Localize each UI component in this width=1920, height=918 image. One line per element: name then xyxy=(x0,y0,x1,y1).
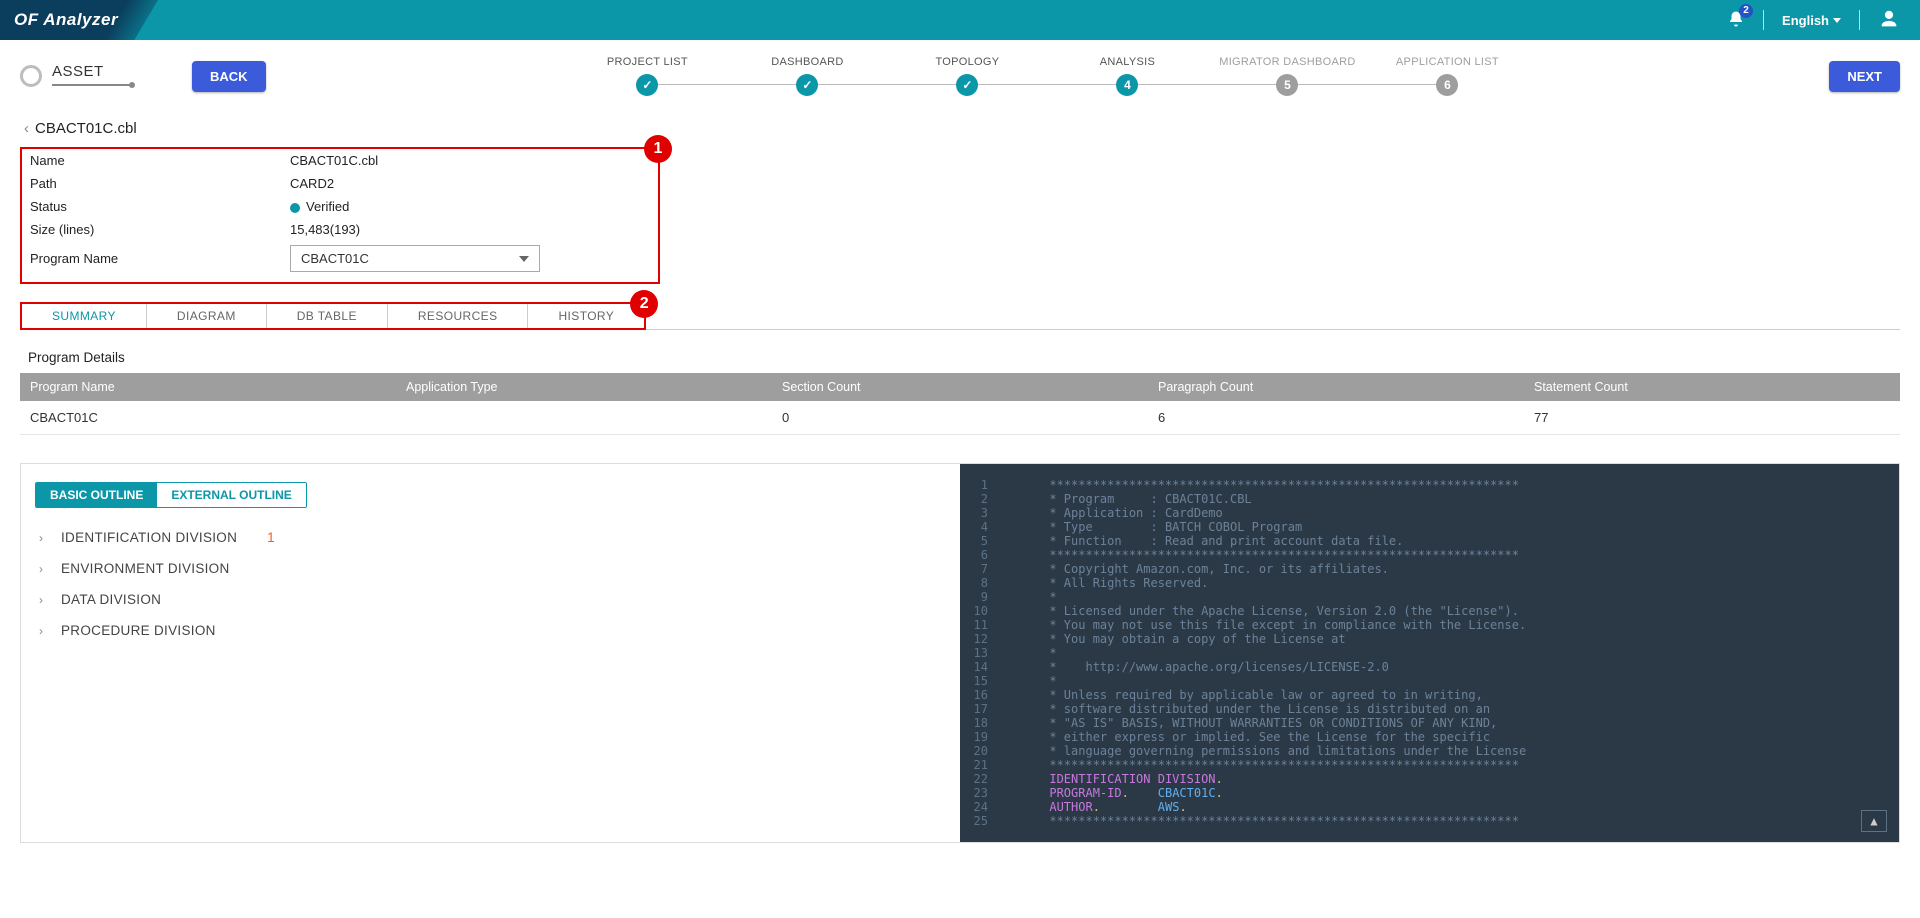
cell-program-name: CBACT01C xyxy=(20,401,396,435)
check-icon xyxy=(796,74,818,96)
tab-resources[interactable]: RESOURCES xyxy=(388,304,529,328)
tab-db-table[interactable]: DB TABLE xyxy=(267,304,388,328)
tree-count: 1 xyxy=(267,530,275,545)
notifications-button[interactable]: 2 xyxy=(1727,10,1745,31)
check-icon xyxy=(956,74,978,96)
asset-details-panel: 1 Name CBACT01C.cbl Path CARD2 Status Ve… xyxy=(20,147,660,284)
check-icon xyxy=(636,74,658,96)
main-content: ‹ CBACT01C.cbl 1 Name CBACT01C.cbl Path … xyxy=(0,116,1920,863)
cell-statement-count: 77 xyxy=(1524,401,1900,435)
cell-section-count: 0 xyxy=(772,401,1148,435)
step-application-list[interactable]: APPLICATION LIST 6 xyxy=(1367,56,1527,96)
notification-badge: 2 xyxy=(1739,4,1753,18)
subtab-highlight-box: 2 SUMMARY DIAGRAM DB TABLE RESOURCES HIS… xyxy=(20,302,646,330)
value-path: CARD2 xyxy=(290,176,334,191)
col-statement-count: Statement Count xyxy=(1524,373,1900,401)
breadcrumb-title: CBACT01C.cbl xyxy=(35,120,137,137)
stepper-bar: ASSET BACK PROJECT LIST DASHBOARD TOPOLO… xyxy=(0,40,1920,116)
asset-underline xyxy=(52,84,132,86)
step-number: 6 xyxy=(1436,74,1458,96)
step-label: ANALYSIS xyxy=(1100,56,1155,68)
subtab-row: 2 SUMMARY DIAGRAM DB TABLE RESOURCES HIS… xyxy=(20,302,1900,330)
label-program-name: Program Name xyxy=(30,251,290,266)
value-status: Verified xyxy=(290,199,349,214)
step-dashboard[interactable]: DASHBOARD xyxy=(727,56,887,96)
separator xyxy=(1763,10,1764,30)
asset-circle-icon xyxy=(20,65,42,87)
step-project-list[interactable]: PROJECT LIST xyxy=(567,56,727,96)
tree-item-environment[interactable]: › ENVIRONMENT DIVISION xyxy=(35,553,946,584)
top-bar: OF Analyzer 2 English xyxy=(0,0,1920,40)
tree-item-procedure[interactable]: › PROCEDURE DIVISION xyxy=(35,615,946,646)
app-brand: OF Analyzer xyxy=(14,10,118,30)
outline-pane: BASIC OUTLINE EXTERNAL OUTLINE › IDENTIF… xyxy=(21,464,960,842)
tree-label: DATA DIVISION xyxy=(61,592,161,607)
separator xyxy=(1859,10,1860,30)
step-label: TOPOLOGY xyxy=(935,56,999,68)
step-label: DASHBOARD xyxy=(771,56,843,68)
language-label: English xyxy=(1782,13,1829,28)
chevron-right-icon: › xyxy=(39,531,49,545)
tab-external-outline[interactable]: EXTERNAL OUTLINE xyxy=(157,483,305,507)
step-number: 4 xyxy=(1116,74,1138,96)
user-icon xyxy=(1878,8,1900,30)
top-right-controls: 2 English xyxy=(1727,8,1900,33)
col-application-type: Application Type xyxy=(396,373,772,401)
caret-down-icon xyxy=(519,256,529,262)
outline-tab-group: BASIC OUTLINE EXTERNAL OUTLINE xyxy=(35,482,307,508)
brand-wrap: OF Analyzer xyxy=(0,0,158,40)
tab-summary[interactable]: SUMMARY xyxy=(22,304,147,328)
chevron-right-icon: › xyxy=(39,624,49,638)
tree-label: ENVIRONMENT DIVISION xyxy=(61,561,230,576)
tree-label: IDENTIFICATION DIVISION xyxy=(61,530,237,545)
lower-split-panel: BASIC OUTLINE EXTERNAL OUTLINE › IDENTIF… xyxy=(20,463,1900,843)
label-size: Size (lines) xyxy=(30,222,290,237)
step-label: MIGRATOR DASHBOARD xyxy=(1219,56,1355,68)
value-size: 15,483(193) xyxy=(290,222,360,237)
table-row[interactable]: CBACT01C 0 6 77 xyxy=(20,401,1900,435)
step-migrator-dashboard[interactable]: MIGRATOR DASHBOARD 5 xyxy=(1207,56,1367,96)
cell-application-type xyxy=(396,401,772,435)
program-details-table: Program Name Application Type Section Co… xyxy=(20,373,1900,435)
col-section-count: Section Count xyxy=(772,373,1148,401)
tab-basic-outline[interactable]: BASIC OUTLINE xyxy=(36,483,157,507)
step-topology[interactable]: TOPOLOGY xyxy=(887,56,1047,96)
tree-item-data[interactable]: › DATA DIVISION xyxy=(35,584,946,615)
workflow-steps: PROJECT LIST DASHBOARD TOPOLOGY ANALYSIS… xyxy=(296,56,1800,96)
back-button[interactable]: BACK xyxy=(192,61,266,92)
program-name-select[interactable]: CBACT01C xyxy=(290,245,540,272)
step-number: 5 xyxy=(1276,74,1298,96)
scroll-top-button[interactable]: ▲ xyxy=(1861,810,1887,832)
chevron-right-icon: › xyxy=(39,562,49,576)
callout-marker-1: 1 xyxy=(644,135,672,163)
label-name: Name xyxy=(30,153,290,168)
program-details-title: Program Details xyxy=(28,350,1900,365)
asset-indicator: ASSET xyxy=(20,65,132,87)
user-menu-button[interactable] xyxy=(1878,8,1900,33)
callout-marker-2: 2 xyxy=(630,290,658,318)
col-paragraph-count: Paragraph Count xyxy=(1148,373,1524,401)
asset-label: ASSET xyxy=(52,63,132,80)
value-name: CBACT01C.cbl xyxy=(290,153,378,168)
step-analysis[interactable]: ANALYSIS 4 xyxy=(1047,56,1207,96)
tab-history[interactable]: HISTORY xyxy=(528,304,644,328)
chevron-right-icon: › xyxy=(39,593,49,607)
code-viewer[interactable]: 1 **************************************… xyxy=(960,464,1899,842)
next-button[interactable]: NEXT xyxy=(1829,61,1900,92)
tree-label: PROCEDURE DIVISION xyxy=(61,623,216,638)
breadcrumb-back-icon[interactable]: ‹ xyxy=(24,120,29,137)
col-program-name: Program Name xyxy=(20,373,396,401)
program-name-selected: CBACT01C xyxy=(301,251,369,266)
label-path: Path xyxy=(30,176,290,191)
status-dot-icon xyxy=(290,203,300,213)
tree-item-identification[interactable]: › IDENTIFICATION DIVISION 1 xyxy=(35,522,946,553)
step-label: PROJECT LIST xyxy=(607,56,688,68)
breadcrumb: ‹ CBACT01C.cbl xyxy=(20,116,1900,147)
tab-diagram[interactable]: DIAGRAM xyxy=(147,304,267,328)
caret-down-icon xyxy=(1833,18,1841,23)
language-selector[interactable]: English xyxy=(1782,13,1841,28)
cell-paragraph-count: 6 xyxy=(1148,401,1524,435)
step-label: APPLICATION LIST xyxy=(1396,56,1499,68)
label-status: Status xyxy=(30,199,290,214)
